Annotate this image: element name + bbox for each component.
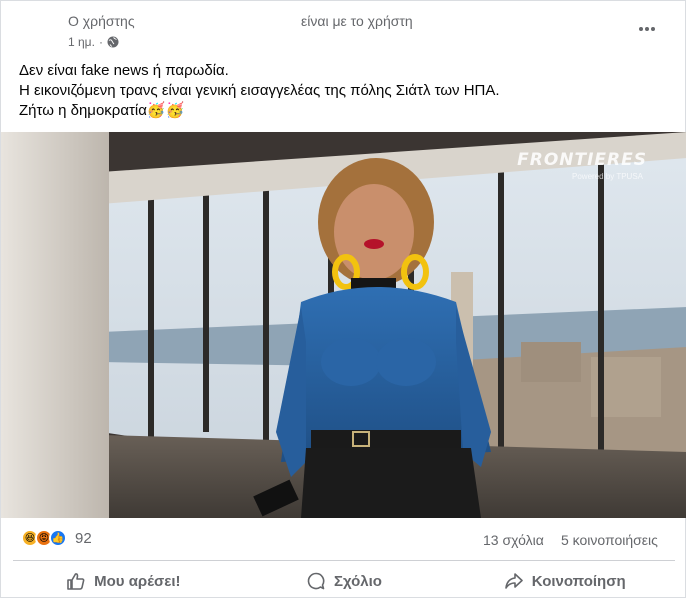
video-watermark: FRONTIERES [517, 150, 647, 170]
globe-icon [107, 36, 119, 48]
author-name[interactable]: Ο χρήστης [68, 13, 135, 29]
comment-button[interactable]: Σχόλιο [234, 563, 455, 598]
like-button-label: Μου αρέσει! [94, 572, 181, 590]
action-bar: Μου αρέσει! Σχόλιο Κοινοποίηση [13, 563, 675, 598]
engagement-stats: 😆 😡 👍 92 13 σχόλια 5 κοινοποιήσεις [1, 525, 686, 555]
video-player[interactable]: FRONTIERES Powered by TPUSA [1, 132, 686, 518]
share-icon [504, 573, 523, 589]
like-icon: 👍 [49, 529, 67, 547]
post-text-line: Η εικονιζόμενη τρανς είναι γενική εισαγγ… [19, 82, 500, 99]
post-text-line: Δεν είναι fake news ή παρωδία. [19, 62, 229, 79]
post-text-line: Ζήτω η δημοκρατία🥳🥳 [19, 102, 185, 119]
comments-count[interactable]: 13 σχόλια [483, 532, 544, 548]
video-watermark-sub: Powered by TPUSA [572, 172, 643, 181]
comment-button-label: Σχόλιο [334, 572, 382, 590]
meta-separator: · [98, 35, 103, 49]
post-time[interactable]: 1 ημ. [68, 35, 95, 49]
reaction-count[interactable]: 92 [75, 530, 92, 547]
thumbs-up-icon [67, 573, 85, 590]
share-button[interactable]: Κοινοποίηση [454, 563, 675, 598]
more-options-icon[interactable] [633, 15, 661, 43]
shares-count[interactable]: 5 κοινοποιήσεις [561, 532, 658, 548]
divider [13, 560, 675, 561]
comment-icon [307, 572, 325, 590]
post-text: Δεν είναι fake news ή παρωδία. Η εικονιζ… [19, 61, 669, 121]
post-meta: 1 ημ. · [68, 35, 119, 49]
post-card: Ο χρήστης είναι με το χρήστη 1 ημ. · Δεν… [0, 0, 686, 598]
video-frame[interactable] [1, 132, 686, 518]
post-header: Ο χρήστης είναι με το χρήστη 1 ημ. · [1, 1, 686, 57]
like-button[interactable]: Μου αρέσει! [13, 563, 234, 598]
share-button-label: Κοινοποίηση [531, 572, 626, 590]
reactions-summary[interactable]: 😆 😡 👍 92 [21, 529, 92, 547]
tagged-note[interactable]: είναι με το χρήστη [301, 13, 413, 29]
